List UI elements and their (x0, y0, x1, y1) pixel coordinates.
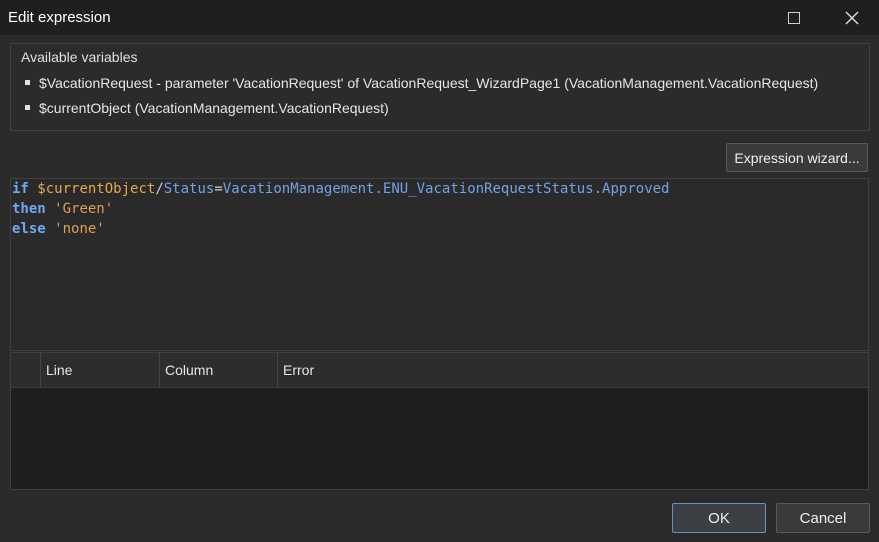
column-header-line[interactable]: Line (41, 353, 160, 387)
code-token-str: 'none' (54, 221, 105, 237)
code-line: if $currentObject/Status=VacationManagem… (12, 179, 868, 199)
expression-editor[interactable]: if $currentObject/Status=VacationManagem… (10, 178, 869, 351)
title-bar: Edit expression (0, 0, 879, 35)
dialog-title: Edit expression (8, 9, 111, 26)
maximize-icon (788, 11, 800, 24)
code-line: then 'Green' (12, 199, 868, 219)
code-token-op (46, 201, 54, 217)
code-line: else 'none' (12, 219, 868, 239)
ok-button[interactable]: OK (672, 503, 766, 533)
expression-wizard-button[interactable]: Expression wizard... (726, 143, 868, 172)
available-variables-group: Available variables $VacationRequest - p… (10, 43, 870, 131)
code-token-str: 'Green' (54, 201, 114, 217)
edit-expression-dialog: Edit expression Available variables $Vac… (0, 0, 879, 542)
available-variables-legend: Available variables (21, 49, 138, 65)
error-grid-header: Line Column Error (11, 353, 868, 388)
variable-item-label: $VacationRequest - parameter 'VacationRe… (39, 75, 819, 91)
code-token-op: / (155, 181, 164, 197)
code-token-op (46, 221, 54, 237)
code-token-var: $currentObject (37, 181, 156, 197)
variable-item-label: $currentObject (VacationManagement.Vacat… (39, 100, 389, 116)
column-header-column[interactable]: Column (160, 353, 278, 387)
close-button[interactable] (829, 0, 875, 35)
bullet-icon (25, 104, 30, 110)
column-header-error[interactable]: Error (278, 353, 868, 387)
variable-item[interactable]: $VacationRequest - parameter 'VacationRe… (25, 75, 818, 91)
bullet-icon (25, 79, 30, 85)
code-token-kw: then (12, 201, 46, 217)
close-icon (845, 11, 859, 24)
row-selector-header[interactable] (11, 353, 41, 387)
maximize-button[interactable] (771, 0, 817, 35)
code-token-kw: else (12, 221, 46, 237)
code-token-op: = (214, 181, 223, 197)
code-token-kw: if (12, 181, 29, 197)
cancel-button[interactable]: Cancel (776, 503, 870, 533)
code-token-enum: VacationManagement.ENU_VacationRequestSt… (222, 181, 670, 197)
code-token-attr: Status (163, 181, 215, 197)
variable-item[interactable]: $currentObject (VacationManagement.Vacat… (25, 100, 389, 116)
error-list-grid: Line Column Error (10, 352, 869, 490)
